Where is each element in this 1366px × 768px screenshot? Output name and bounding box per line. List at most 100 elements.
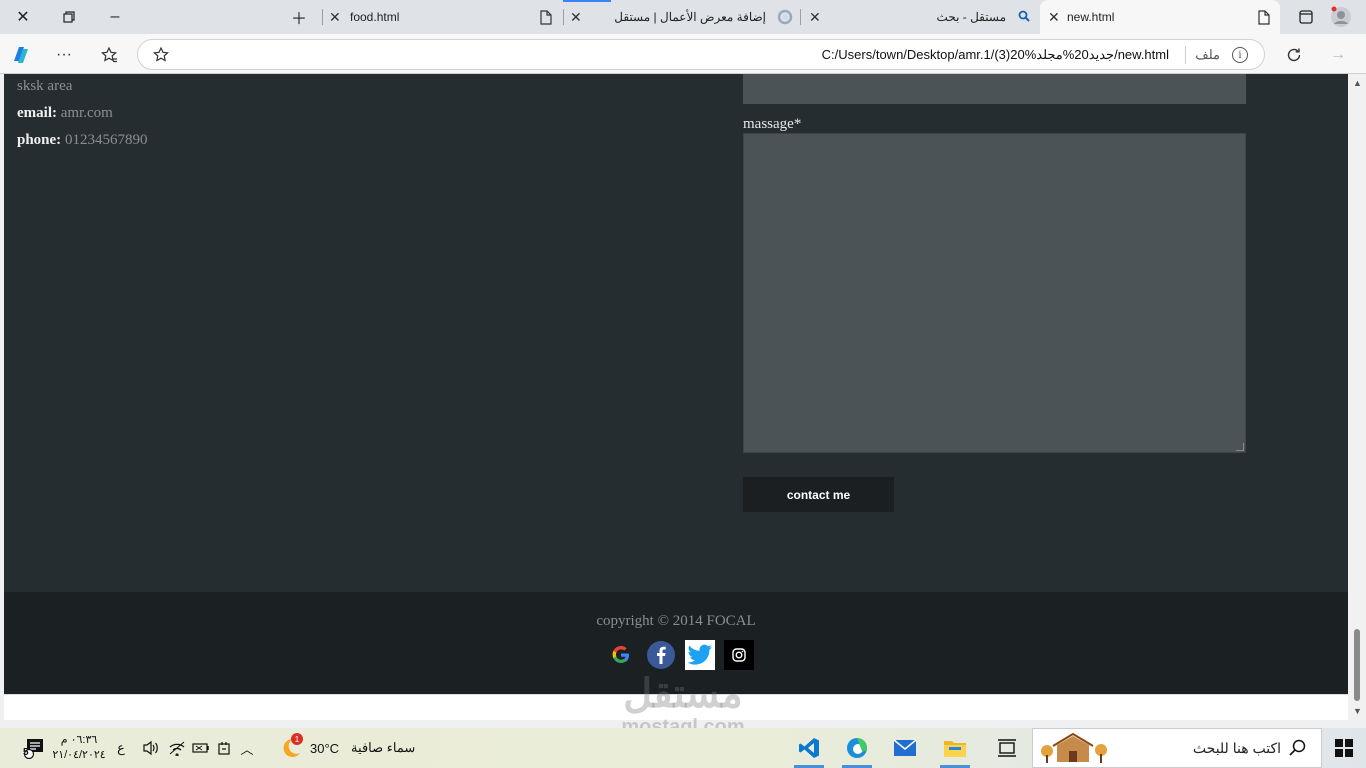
windows-icon bbox=[1335, 739, 1353, 757]
tab-title: new.html bbox=[1067, 10, 1115, 24]
task-view-button[interactable] bbox=[984, 728, 1030, 768]
avatar bbox=[1331, 6, 1351, 27]
clock[interactable]: ٠٦:٣٦ م ٢١/٠٤/٢٠٢٤ bbox=[52, 728, 105, 768]
close-tab-icon[interactable]: ✕ bbox=[329, 9, 341, 26]
url-text: C:/Users/town/Desktop/amr.1/(3)20%جديد20… bbox=[821, 47, 1169, 62]
phone-value: 01234567890 bbox=[64, 132, 148, 148]
tab-mostaql-search[interactable]: ✕ مستقل - بحث bbox=[801, 0, 1039, 34]
tab-mostaql-portfolio[interactable]: ✕ إضافة معرض الأعمال | مستقل bbox=[564, 0, 800, 34]
twitter-link[interactable] bbox=[685, 640, 715, 670]
copilot-icon bbox=[14, 47, 28, 63]
scroll-down-icon[interactable]: ▼ bbox=[1353, 706, 1362, 716]
phone-line: phone: 01234567890 bbox=[17, 132, 147, 159]
close-tab-icon[interactable]: ✕ bbox=[1048, 9, 1060, 26]
more-menu-button[interactable]: ··· bbox=[51, 42, 77, 68]
email-label: email: bbox=[17, 105, 57, 121]
favorites-button[interactable] bbox=[96, 42, 122, 68]
page-icon bbox=[540, 10, 552, 28]
message-textarea[interactable] bbox=[743, 133, 1246, 453]
taskbar-vscode[interactable] bbox=[786, 728, 832, 768]
loading-spinner-icon bbox=[777, 9, 793, 28]
facebook-icon bbox=[647, 641, 675, 669]
resize-handle[interactable] bbox=[1236, 443, 1244, 451]
search-icon bbox=[1289, 739, 1307, 762]
google-link[interactable] bbox=[606, 640, 636, 670]
clock-time: ٠٦:٣٦ م bbox=[60, 734, 98, 746]
network-adapter-icon[interactable] bbox=[214, 728, 234, 768]
star-icon bbox=[153, 46, 169, 62]
scroll-up-icon[interactable]: ▲ bbox=[1353, 78, 1362, 88]
instagram-link[interactable] bbox=[724, 640, 754, 670]
taskbar-search[interactable]: اكتب هنا للبحث bbox=[1032, 728, 1322, 768]
message-label: massage* bbox=[743, 116, 802, 132]
minimize-window-button[interactable]: – bbox=[92, 0, 138, 34]
close-tab-icon[interactable]: ✕ bbox=[570, 9, 582, 26]
clock-date: ٢١/٠٤/٢٠٢٤ bbox=[52, 749, 106, 761]
email-value: amr.com bbox=[60, 105, 113, 121]
scheme-label: ملف bbox=[1195, 47, 1220, 62]
contact-me-button[interactable]: contact me bbox=[743, 477, 894, 512]
copyright-text: copyright © 2014 FOCAL bbox=[596, 613, 756, 629]
language-indicator[interactable]: ع bbox=[112, 728, 130, 768]
ellipsis-icon: ··· bbox=[56, 46, 72, 63]
add-favorite-button[interactable] bbox=[152, 46, 170, 69]
facebook-link[interactable] bbox=[646, 640, 676, 670]
folder-icon bbox=[944, 741, 966, 757]
chevron-up-icon: ︿ bbox=[240, 741, 254, 757]
address-bar[interactable]: C:/Users/town/Desktop/amr.1/(3)20%جديد20… bbox=[137, 39, 1265, 70]
task-view-icon bbox=[998, 739, 1016, 757]
refresh-icon bbox=[1287, 48, 1301, 62]
email-line: email: amr.com bbox=[17, 105, 147, 132]
favorites-list-icon bbox=[101, 46, 117, 63]
tab-title: إضافة معرض الأعمال | مستقل bbox=[614, 10, 766, 24]
temperature: 30°C bbox=[310, 740, 340, 756]
forward-button[interactable]: → bbox=[1325, 42, 1351, 68]
address-text: sksk area bbox=[17, 78, 73, 94]
page-viewport: sksk area email: amr.com phone: 01234567… bbox=[4, 74, 1348, 694]
site-info-icon[interactable]: i bbox=[1232, 47, 1248, 63]
copilot-button[interactable] bbox=[8, 42, 34, 68]
battery-icon[interactable] bbox=[190, 728, 212, 768]
weather-text: سماء صافية bbox=[351, 740, 416, 755]
google-icon bbox=[612, 646, 629, 663]
taskbar-edge[interactable] bbox=[834, 728, 880, 768]
instagram-icon bbox=[732, 648, 746, 662]
notifications-button[interactable]: 5 bbox=[14, 728, 54, 768]
restore-window-button[interactable] bbox=[46, 0, 92, 34]
tab-actions-icon bbox=[1299, 10, 1313, 24]
vscode-icon bbox=[799, 738, 819, 758]
arrow-right-icon: → bbox=[1330, 46, 1346, 63]
edge-icon bbox=[847, 738, 867, 758]
tab-title: food.html bbox=[350, 10, 400, 24]
taskbar-file-explorer[interactable] bbox=[932, 728, 978, 768]
contact-info: sksk area email: amr.com phone: 01234567… bbox=[17, 78, 147, 159]
tab-food[interactable]: ✕ food.html bbox=[323, 0, 563, 34]
notification-count: 5 bbox=[23, 747, 29, 758]
weather-badge: 1 bbox=[291, 733, 303, 745]
vertical-scrollbar[interactable]: ▲ ▼ bbox=[1348, 74, 1366, 720]
refresh-button[interactable] bbox=[1281, 42, 1307, 68]
new-tab-button[interactable]: ＋ bbox=[276, 0, 322, 34]
close-tab-icon[interactable]: ✕ bbox=[809, 9, 821, 26]
phone-label: phone: bbox=[17, 132, 62, 148]
mail-icon bbox=[893, 739, 917, 756]
profile-button[interactable] bbox=[1318, 0, 1364, 34]
browser-toolbar: ··· C:/Users/town/Desktop/amr.1/(3)20%جد… bbox=[0, 34, 1366, 74]
search-icon bbox=[1018, 10, 1030, 25]
tab-new-html[interactable]: ✕ new.html bbox=[1040, 0, 1280, 34]
taskbar-mail[interactable] bbox=[882, 728, 928, 768]
start-button[interactable] bbox=[1322, 728, 1366, 768]
wifi-icon[interactable] bbox=[166, 728, 188, 768]
subject-input[interactable] bbox=[743, 74, 1246, 104]
close-window-button[interactable]: ✕ bbox=[0, 0, 46, 34]
weather-icon: 1 bbox=[278, 733, 303, 760]
watermark-arabic: مستقل bbox=[623, 672, 743, 716]
show-hidden-icons-button[interactable]: ︿ bbox=[236, 728, 258, 768]
page-icon bbox=[1258, 10, 1270, 28]
tab-title: مستقل - بحث bbox=[936, 10, 1006, 24]
tab-strip: ✕ – ＋ ✕ food.html ✕ إضافة معرض الأعمال |… bbox=[0, 0, 1366, 34]
twitter-icon bbox=[687, 644, 712, 665]
volume-icon[interactable] bbox=[140, 728, 162, 768]
scrollbar-thumb[interactable] bbox=[1354, 629, 1360, 701]
weather-widget[interactable]: 1 30°C سماء صافية bbox=[278, 728, 428, 768]
